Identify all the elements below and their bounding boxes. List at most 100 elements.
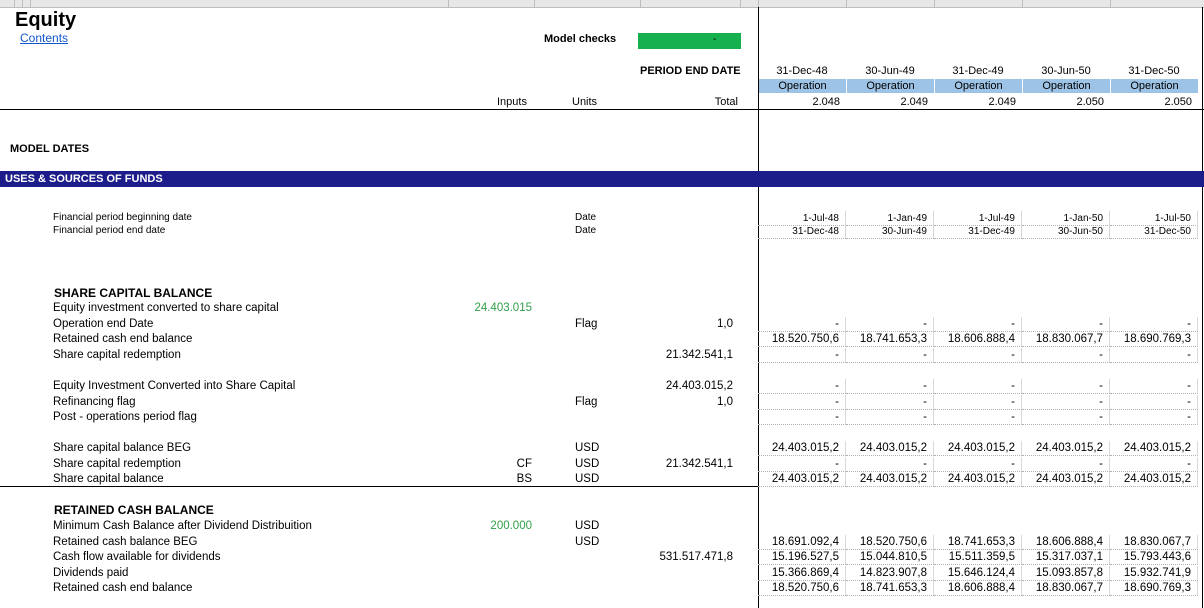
column-divider: [14, 0, 15, 7]
period-value-cell[interactable]: 18.606.888,4: [934, 332, 1022, 347]
period-value-cell[interactable]: -: [934, 410, 1022, 425]
period-value-cell[interactable]: 30-Jun-49: [846, 224, 934, 239]
period-value-cell[interactable]: -: [1110, 410, 1198, 425]
period-value-cell[interactable]: -: [1022, 457, 1110, 472]
period-value-cell[interactable]: 31-Dec-48: [758, 224, 846, 239]
period-value-cell[interactable]: 18.690.769,3: [1110, 581, 1198, 596]
row-label: Equity investment converted to share cap…: [53, 302, 279, 314]
period-value-cell[interactable]: -: [1022, 395, 1110, 410]
period-value-cell[interactable]: -: [934, 348, 1022, 363]
row-units: Flag: [575, 396, 598, 408]
period-date: 30-Jun-49: [865, 65, 915, 77]
period-value-cell[interactable]: -: [846, 379, 934, 394]
period-value-cell[interactable]: -: [934, 457, 1022, 472]
period-value-cell[interactable]: -: [934, 317, 1022, 332]
row-units: USD: [575, 536, 600, 548]
period-value-cell[interactable]: 15.511.359,5: [934, 550, 1022, 565]
column-divider: [534, 0, 535, 7]
period-value-cell[interactable]: 18.691.092,4: [758, 535, 846, 550]
period-value-cell[interactable]: 15.044.810,5: [846, 550, 934, 565]
period-value-cell[interactable]: -: [846, 348, 934, 363]
period-value-cell[interactable]: -: [1022, 317, 1110, 332]
period-value-cell[interactable]: 18.830.067,7: [1110, 535, 1198, 550]
period-value-cell[interactable]: -: [846, 410, 934, 425]
period-value-cell[interactable]: 18.690.769,3: [1110, 332, 1198, 347]
period-value-cell[interactable]: 15.317.037,1: [1022, 550, 1110, 565]
row-input[interactable]: 24.403.015: [440, 302, 532, 314]
contents-link[interactable]: Contents: [20, 31, 68, 45]
period-date: 31-Dec-48: [776, 65, 828, 77]
period-value-cell[interactable]: 18.741.653,3: [846, 332, 934, 347]
period-value-cell[interactable]: -: [758, 410, 846, 425]
period-value-cell[interactable]: -: [846, 395, 934, 410]
period-value-cell[interactable]: 18.830.067,7: [1022, 332, 1110, 347]
period-value-cell[interactable]: 15.793.443,6: [1110, 550, 1198, 565]
period-value-cell[interactable]: 31-Dec-50: [1110, 224, 1198, 239]
period-value-cell[interactable]: -: [1110, 395, 1198, 410]
period-value-cell[interactable]: -: [1110, 348, 1198, 363]
period-value-cell[interactable]: 24.403.015,2: [846, 441, 934, 456]
period-value-cell[interactable]: -: [1022, 379, 1110, 394]
period-value-cell[interactable]: 18.741.653,3: [934, 535, 1022, 550]
row-units: Flag: [575, 318, 598, 330]
row-input[interactable]: BS: [440, 473, 532, 485]
period-value-cell[interactable]: 18.830.067,7: [1022, 581, 1110, 596]
period-value-cell[interactable]: 30-Jun-50: [1022, 224, 1110, 239]
row-input[interactable]: 200.000: [440, 520, 532, 532]
row-label: Share capital redemption: [53, 349, 181, 361]
period-value-cell[interactable]: -: [758, 395, 846, 410]
period-value-cell[interactable]: 18.606.888,4: [934, 581, 1022, 596]
section-model-dates: MODEL DATES: [10, 143, 90, 155]
period-value-cell[interactable]: 31-Dec-49: [934, 224, 1022, 239]
period-value-cell[interactable]: -: [934, 379, 1022, 394]
period-value-cell[interactable]: -: [758, 348, 846, 363]
period-value-cell[interactable]: 24.403.015,2: [846, 472, 934, 487]
period-value-cell[interactable]: 18.520.750,6: [846, 535, 934, 550]
period-value-cell[interactable]: -: [934, 395, 1022, 410]
inputs-header: Inputs: [497, 96, 527, 108]
period-value-cell[interactable]: 18.520.750,6: [758, 581, 846, 596]
period-value-cell[interactable]: 15.093.857,8: [1022, 566, 1110, 581]
period-value-cell[interactable]: 24.403.015,2: [934, 441, 1022, 456]
section-divider: [0, 486, 758, 487]
row-input[interactable]: CF: [440, 458, 532, 470]
period-value-cell[interactable]: -: [1022, 348, 1110, 363]
row-label: Retained cash end balance: [53, 582, 193, 594]
period-value-cell[interactable]: -: [758, 457, 846, 472]
period-value-cell[interactable]: 15.196.527,5: [758, 550, 846, 565]
period-year: 2.050: [1164, 96, 1192, 108]
period-value-cell[interactable]: 15.366.869,4: [758, 566, 846, 581]
row-label: Post - operations period flag: [53, 411, 197, 423]
period-value-cell[interactable]: 24.403.015,2: [758, 441, 846, 456]
row-units: USD: [575, 473, 600, 485]
period-value-cell[interactable]: 24.403.015,2: [1022, 472, 1110, 487]
row-total: 21.342.541,1: [665, 349, 733, 361]
period-value-cell[interactable]: 15.932.741,9: [1110, 566, 1198, 581]
row-units: Date: [575, 212, 597, 223]
period-value-cell[interactable]: -: [758, 317, 846, 332]
period-value-cell[interactable]: 18.741.653,3: [846, 581, 934, 596]
period-value-cell[interactable]: -: [846, 317, 934, 332]
period-value-cell[interactable]: -: [1110, 317, 1198, 332]
row-units: Date: [575, 225, 597, 236]
period-value-cell[interactable]: -: [1110, 457, 1198, 472]
period-year: 2.049: [900, 96, 928, 108]
period-value-cell[interactable]: 24.403.015,2: [1110, 441, 1198, 456]
period-value-cell[interactable]: -: [758, 379, 846, 394]
period-date: 31-Dec-50: [1128, 65, 1180, 77]
period-value-cell[interactable]: 18.606.888,4: [1022, 535, 1110, 550]
period-value-cell[interactable]: -: [1110, 379, 1198, 394]
period-value-cell[interactable]: 24.403.015,2: [1022, 441, 1110, 456]
period-value-cell[interactable]: 18.520.750,6: [758, 332, 846, 347]
model-checks-indicator: -: [638, 33, 741, 49]
period-value-cell[interactable]: 24.403.015,2: [1110, 472, 1198, 487]
period-value-cell[interactable]: -: [1022, 410, 1110, 425]
period-value-cell[interactable]: 14.823.907,8: [846, 566, 934, 581]
period-value-cell[interactable]: 15.646.124,4: [934, 566, 1022, 581]
period-value-cell[interactable]: 24.403.015,2: [758, 472, 846, 487]
period-value-cell[interactable]: -: [846, 457, 934, 472]
header-divider: [0, 109, 1204, 110]
row-label: Cash flow available for dividends: [53, 551, 221, 563]
period-value-cell[interactable]: 24.403.015,2: [934, 472, 1022, 487]
spreadsheet: Equity Contents Model checks - PERIOD EN…: [0, 0, 1204, 608]
